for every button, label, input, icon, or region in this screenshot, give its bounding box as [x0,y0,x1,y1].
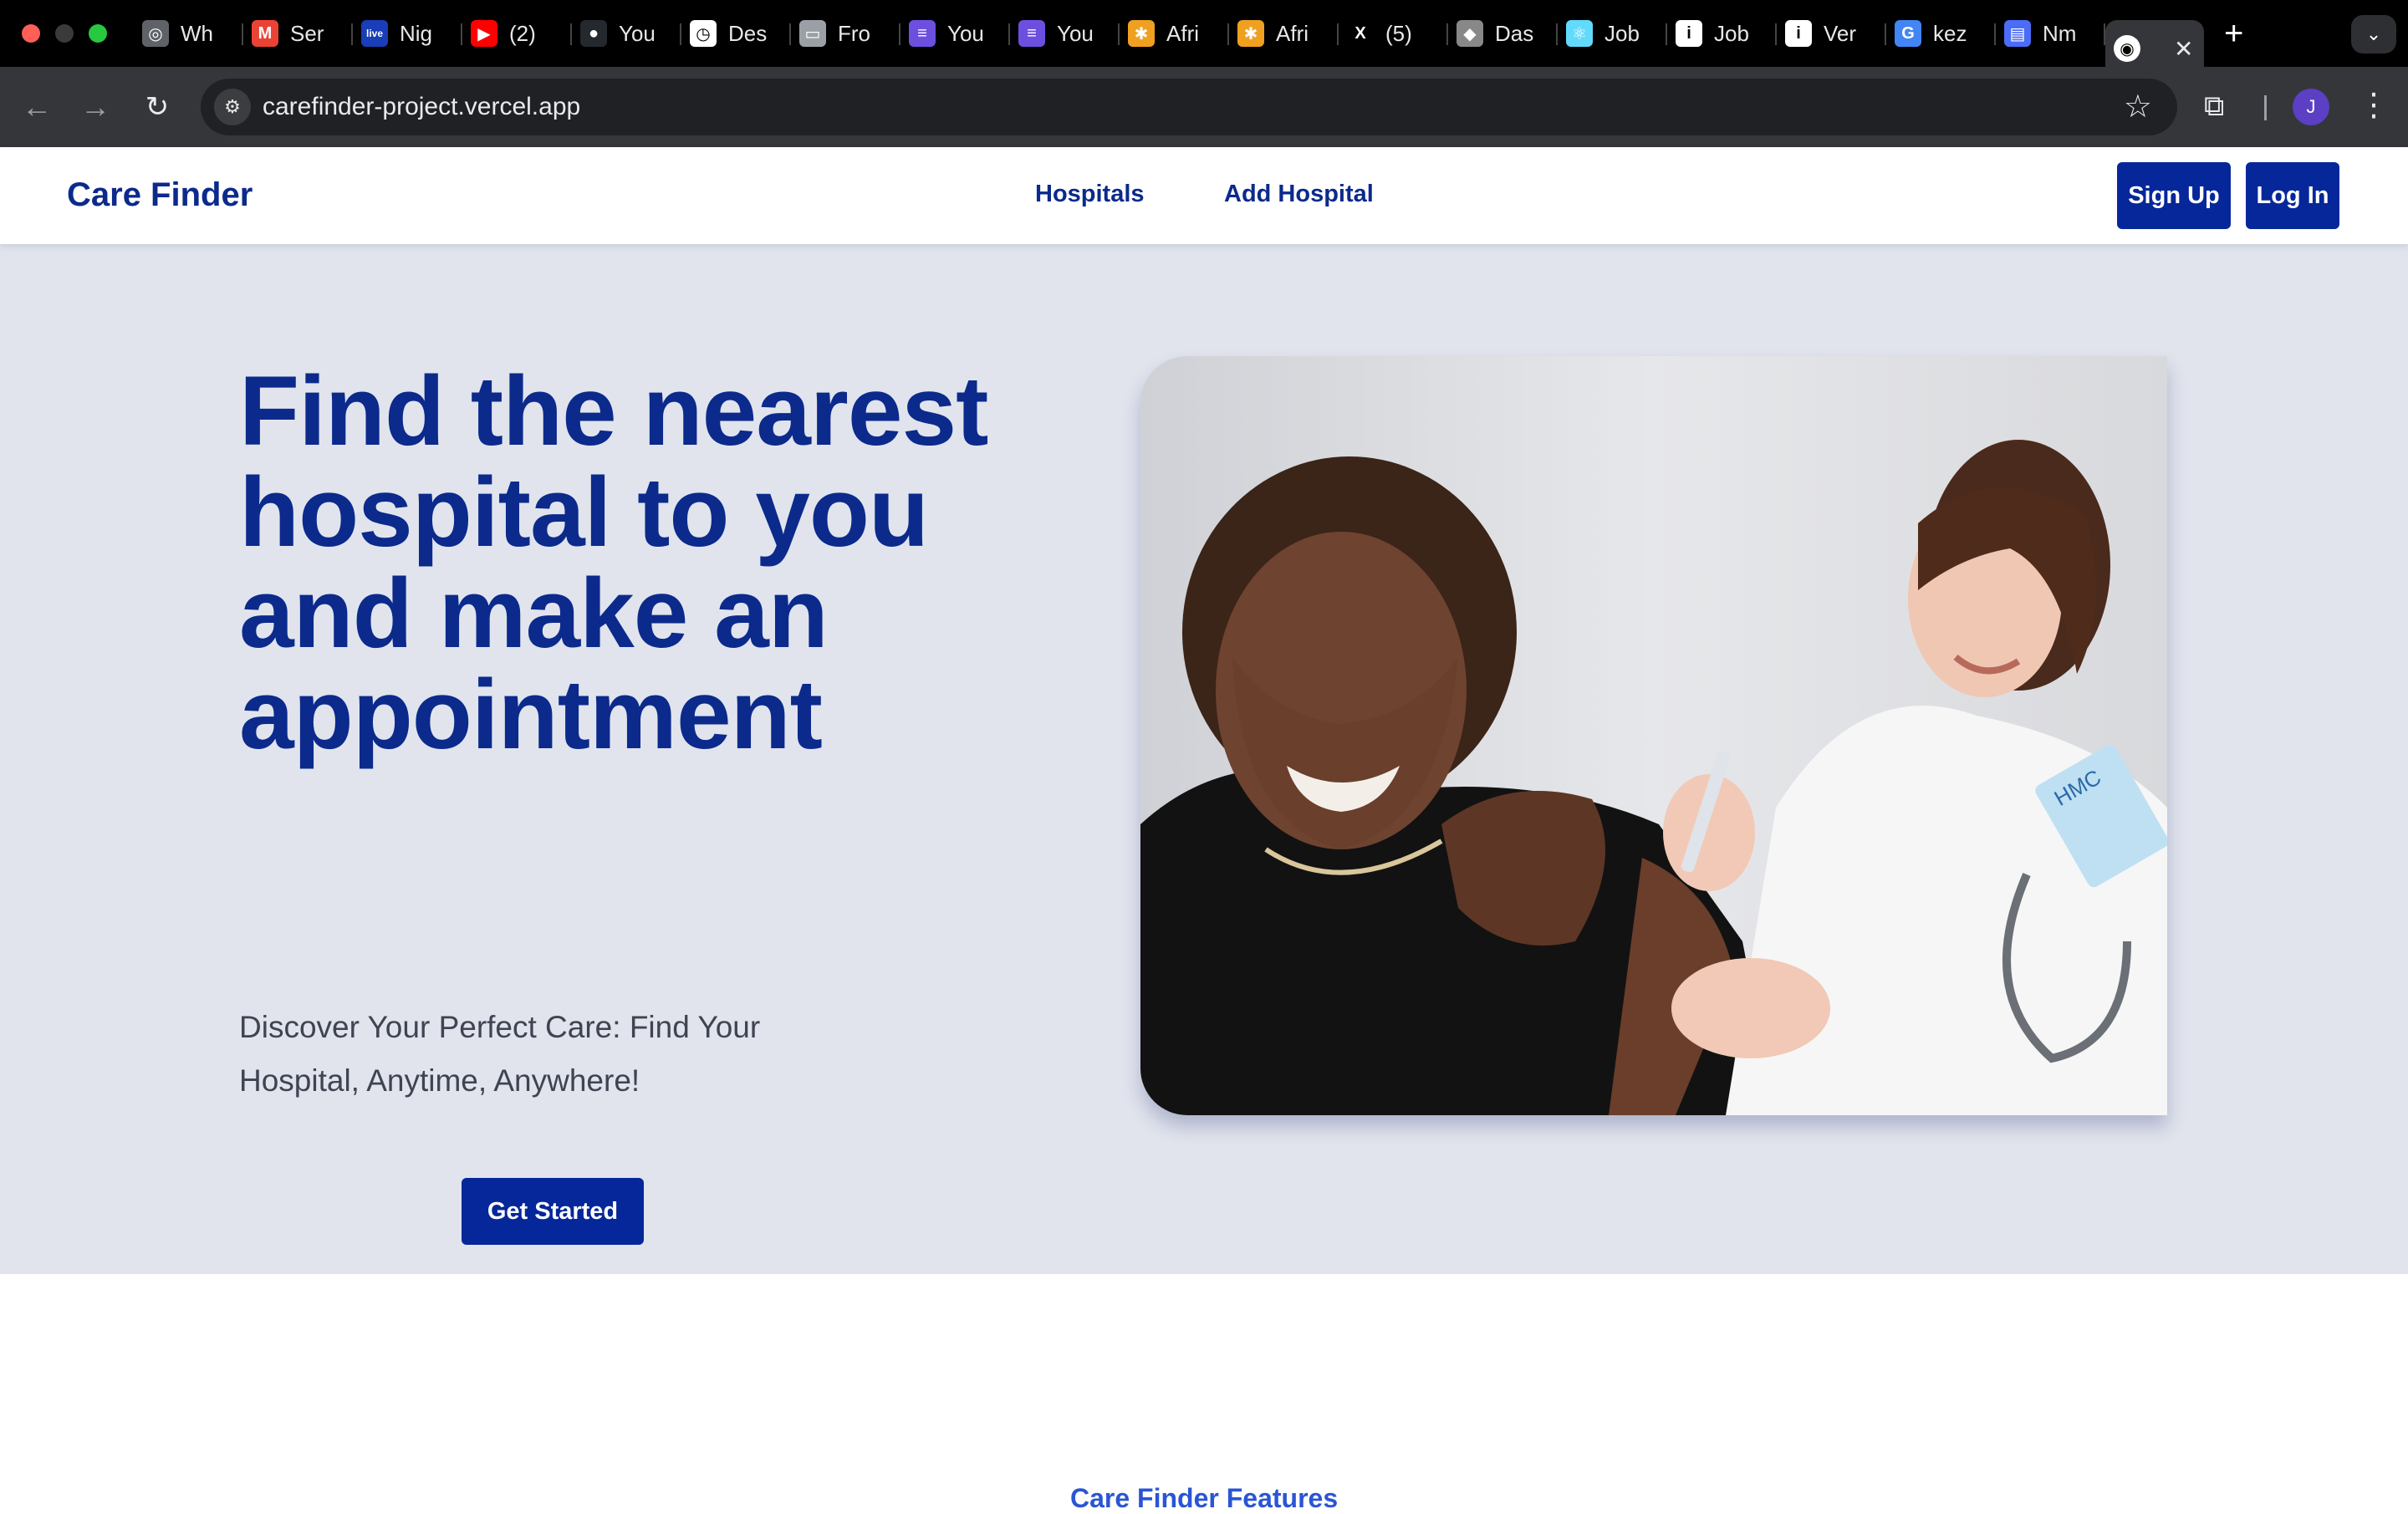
browser-toolbar: ← → ↻ ⚙ carefinder-project.vercel.app ☆ … [0,67,2408,147]
site-info-icon[interactable]: ⚙ [214,89,251,125]
chrome-icon: ◎ [142,20,169,47]
back-arrow-icon[interactable]: ← [17,87,57,127]
forward-arrow-icon[interactable]: → [75,87,115,127]
tab-title: Afri [1166,20,1199,46]
hero-section: Find the nearest hospital to you and mak… [0,244,2408,1274]
google-icon: G [1895,20,1921,47]
minimize-window-button[interactable] [55,24,74,43]
tab-search-button[interactable]: ⌄ [2351,15,2396,54]
browser-tab[interactable]: ◎ Wh [134,10,243,57]
log-in-button[interactable]: Log In [2246,162,2339,229]
new-tab-button[interactable]: + [2224,15,2243,52]
tab-title: Nig [400,20,433,46]
react-icon: ⚛ [1566,20,1593,47]
site-navbar: Care Finder Hospitals Add Hospital Sign … [0,147,2408,244]
tab-title: kez [1933,20,1967,46]
browser-tab[interactable]: i Job [1667,10,1777,57]
tab-title: You [947,20,984,46]
browser-tab[interactable]: ▤ Nm [1996,10,2105,57]
info-icon: i [1785,20,1812,47]
hero-image-vaccination: HMC [1140,356,2167,1115]
reload-icon[interactable]: ↻ [137,87,177,127]
nav-link-hospitals[interactable]: Hospitals [1035,181,1145,208]
tab-title: Ser [290,20,324,46]
vaccination-photo-illustration: HMC [1140,356,2167,1115]
tab-title: You [1057,20,1094,46]
bookmark-star-icon[interactable]: ☆ [2124,89,2152,125]
youtube-icon: ▶ [471,20,497,47]
list-icon: ≡ [909,20,936,47]
browser-tab[interactable]: ◷ Des [681,10,791,57]
profile-avatar[interactable]: J [2293,89,2329,125]
info-icon: i [1676,20,1702,47]
live-icon: live [361,20,388,47]
browser-tab[interactable]: ⚛ Job [1558,10,1667,57]
gmail-icon: M [252,20,278,47]
features-section-title: Care Finder Features [1070,1483,1339,1513]
sun-icon: ✱ [1128,20,1155,47]
tab-title: (5) [1385,20,1412,46]
nav-link-add-hospital[interactable]: Add Hospital [1224,181,1374,208]
tab-title: (2) [509,20,536,46]
tab-title: You [619,20,656,46]
browser-tab-strip: ◎ Wh M Ser live Nig ▶ (2) ● You ◷ Des ▭ Fro ≡ You ≡ You ✱ A… [0,0,2408,77]
browser-tab[interactable]: M Ser [243,10,353,57]
browser-tab[interactable]: Gkez [1886,10,1996,57]
maximize-window-button[interactable] [89,24,107,43]
tab-title: Ver [1824,20,1857,46]
browser-tab[interactable]: i Ver [1777,10,1886,57]
sun-icon: ✱ [1237,20,1264,47]
tab-title: Das [1495,20,1534,46]
tab-title: Job [1714,20,1749,46]
doc-icon: ▤ [2004,20,2031,47]
site-favicon-icon: ◉ [2114,35,2140,62]
toolbar-divider [2264,95,2267,120]
monitor-icon: ▭ [799,20,826,47]
browser-tab[interactable]: live Nig [353,10,462,57]
extensions-puzzle-icon[interactable]: ⧉ [2204,90,2237,124]
tab-title: Nm [2043,20,2077,46]
sign-up-button[interactable]: Sign Up [2117,162,2231,229]
app-icon: ◆ [1457,20,1483,47]
tab-title: Afri [1276,20,1309,46]
tab-title: Des [728,20,768,46]
browser-tab[interactable]: ✱ Afri [1120,10,1229,57]
browser-tabs: ◎ Wh M Ser live Nig ▶ (2) ● You ◷ Des ▭ Fro ≡ You ≡ You ✱ A… [134,10,2204,77]
timer-icon: ◷ [690,20,717,47]
browser-tab[interactable]: ≡ You [1010,10,1120,57]
browser-tab[interactable]: X (5) [1339,10,1448,57]
get-started-button[interactable]: Get Started [462,1178,644,1245]
address-bar[interactable]: ⚙ carefinder-project.vercel.app ☆ [201,79,2177,135]
browser-tab[interactable]: ● You [572,10,681,57]
hero-headline: Find the nearest hospital to you and mak… [239,356,988,770]
close-window-button[interactable] [22,24,40,43]
tab-title: Fro [838,20,870,46]
browser-menu-icon[interactable]: ⋮ [2358,87,2390,124]
tab-title: Wh [181,20,213,46]
x-icon: X [1347,20,1374,47]
browser-tab[interactable]: ✱ Afri [1229,10,1339,57]
site-brand-logo[interactable]: Care Finder [67,176,253,214]
tab-title: Job [1604,20,1640,46]
list-icon: ≡ [1018,20,1045,47]
browser-tab[interactable]: ▭ Fro [791,10,900,57]
hero-subtitle: Discover Your Perfect Care: Find Your Ho… [239,1010,761,1098]
github-icon: ● [580,20,607,47]
close-tab-icon[interactable]: ✕ [2174,35,2193,63]
url-text[interactable]: carefinder-project.vercel.app [263,93,580,121]
browser-tab[interactable]: ◆ Das [1448,10,1558,57]
browser-tab[interactable]: ▶ (2) [462,10,572,57]
web-page: Care Finder Hospitals Add Hospital Sign … [0,147,2408,1513]
browser-tab[interactable]: ≡ You [900,10,1010,57]
